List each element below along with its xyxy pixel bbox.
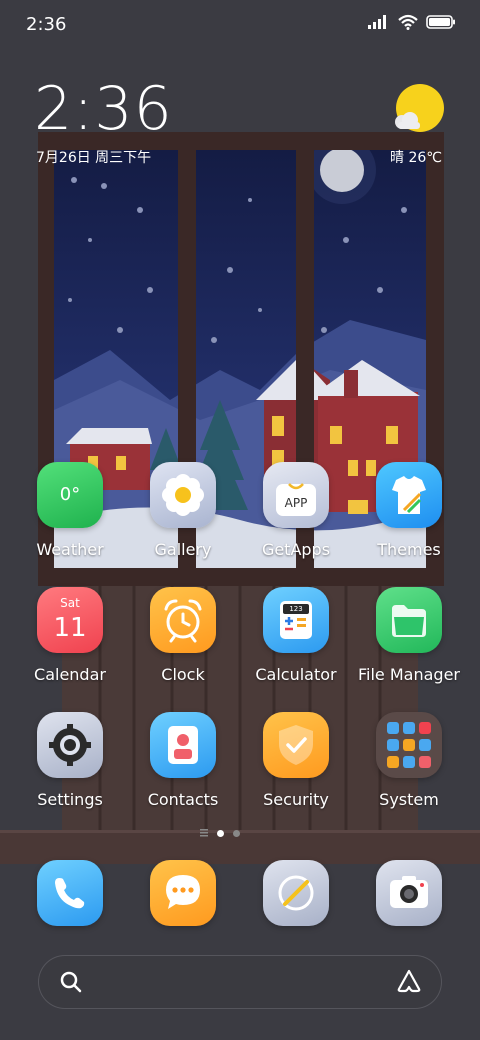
getapps-icon-text: APP — [284, 496, 308, 510]
page-dot[interactable] — [233, 829, 240, 837]
page-dot-active[interactable] — [217, 829, 224, 837]
dock-browser[interactable] — [263, 860, 329, 926]
wifi-icon — [398, 14, 418, 30]
folder-icon — [376, 587, 442, 653]
gallery-icon — [150, 462, 216, 528]
app-label: Calculator — [255, 665, 337, 684]
messages-icon — [166, 875, 200, 909]
assistant-icon[interactable] — [396, 969, 422, 993]
calculator-icon: 123 — [263, 587, 329, 653]
app-label: Security — [263, 790, 329, 809]
clock-icon — [150, 587, 216, 653]
clock-widget-time[interactable]: 2:36 — [34, 74, 173, 144]
search-icon[interactable] — [60, 971, 82, 993]
status-icons — [368, 14, 456, 30]
app-label: System — [379, 790, 439, 809]
clock-widget-date: 7月26日 周三下午 — [36, 150, 152, 166]
app-weather[interactable]: 0° Weather — [14, 462, 126, 559]
app-calendar[interactable]: Sat 11 Calendar — [14, 587, 126, 684]
app-contacts[interactable]: Contacts — [127, 712, 239, 809]
calculator-icon-display: 123 — [289, 605, 303, 613]
app-security[interactable]: Security — [240, 712, 352, 809]
app-system-folder[interactable]: System — [353, 712, 465, 809]
app-label: Clock — [161, 665, 205, 684]
calendar-icon-day: Sat — [60, 596, 80, 610]
calendar-icon: Sat 11 — [37, 587, 103, 653]
app-settings[interactable]: Settings — [14, 712, 126, 809]
page-indicator[interactable] — [200, 829, 240, 837]
app-clock[interactable]: Clock — [127, 587, 239, 684]
dock-phone[interactable] — [37, 860, 103, 926]
weather-icon-temp: 0° — [59, 484, 81, 505]
app-label: Themes — [377, 540, 441, 559]
app-gallery[interactable]: Gallery — [127, 462, 239, 559]
app-label: Contacts — [147, 790, 219, 809]
contacts-icon — [150, 712, 216, 778]
getapps-icon: APP — [263, 462, 329, 528]
weather-sun-icon — [395, 84, 444, 132]
weather-icon: 0° — [37, 462, 103, 528]
browser-icon — [278, 875, 314, 911]
signal-icon — [368, 15, 386, 29]
shield-icon — [263, 712, 329, 778]
camera-icon — [390, 876, 428, 908]
app-getapps[interactable]: APP GetApps — [240, 462, 352, 559]
phone-icon — [55, 878, 85, 909]
menu-lines-icon — [200, 829, 208, 837]
app-label: Calendar — [34, 665, 106, 684]
app-label: Weather — [36, 540, 104, 559]
calendar-icon-date: 11 — [53, 613, 87, 643]
folder-grid-icon — [376, 712, 442, 778]
dock-camera[interactable] — [376, 860, 442, 926]
status-time: 2:36 — [26, 14, 67, 35]
themes-icon — [376, 462, 442, 528]
dock-messages[interactable] — [150, 860, 216, 926]
clock-widget-weather: 晴 26℃ — [390, 150, 442, 166]
app-label: File Manager — [358, 665, 460, 684]
app-label: GetApps — [261, 540, 331, 559]
app-label: Settings — [37, 790, 103, 809]
battery-icon — [426, 15, 455, 29]
app-themes[interactable]: Themes — [353, 462, 465, 559]
app-label: Gallery — [154, 540, 212, 559]
app-file-manager[interactable]: File Manager — [353, 587, 465, 684]
search-bar[interactable] — [38, 955, 442, 1009]
app-calculator[interactable]: 123 Calculator — [240, 587, 352, 684]
gear-icon — [37, 712, 103, 778]
